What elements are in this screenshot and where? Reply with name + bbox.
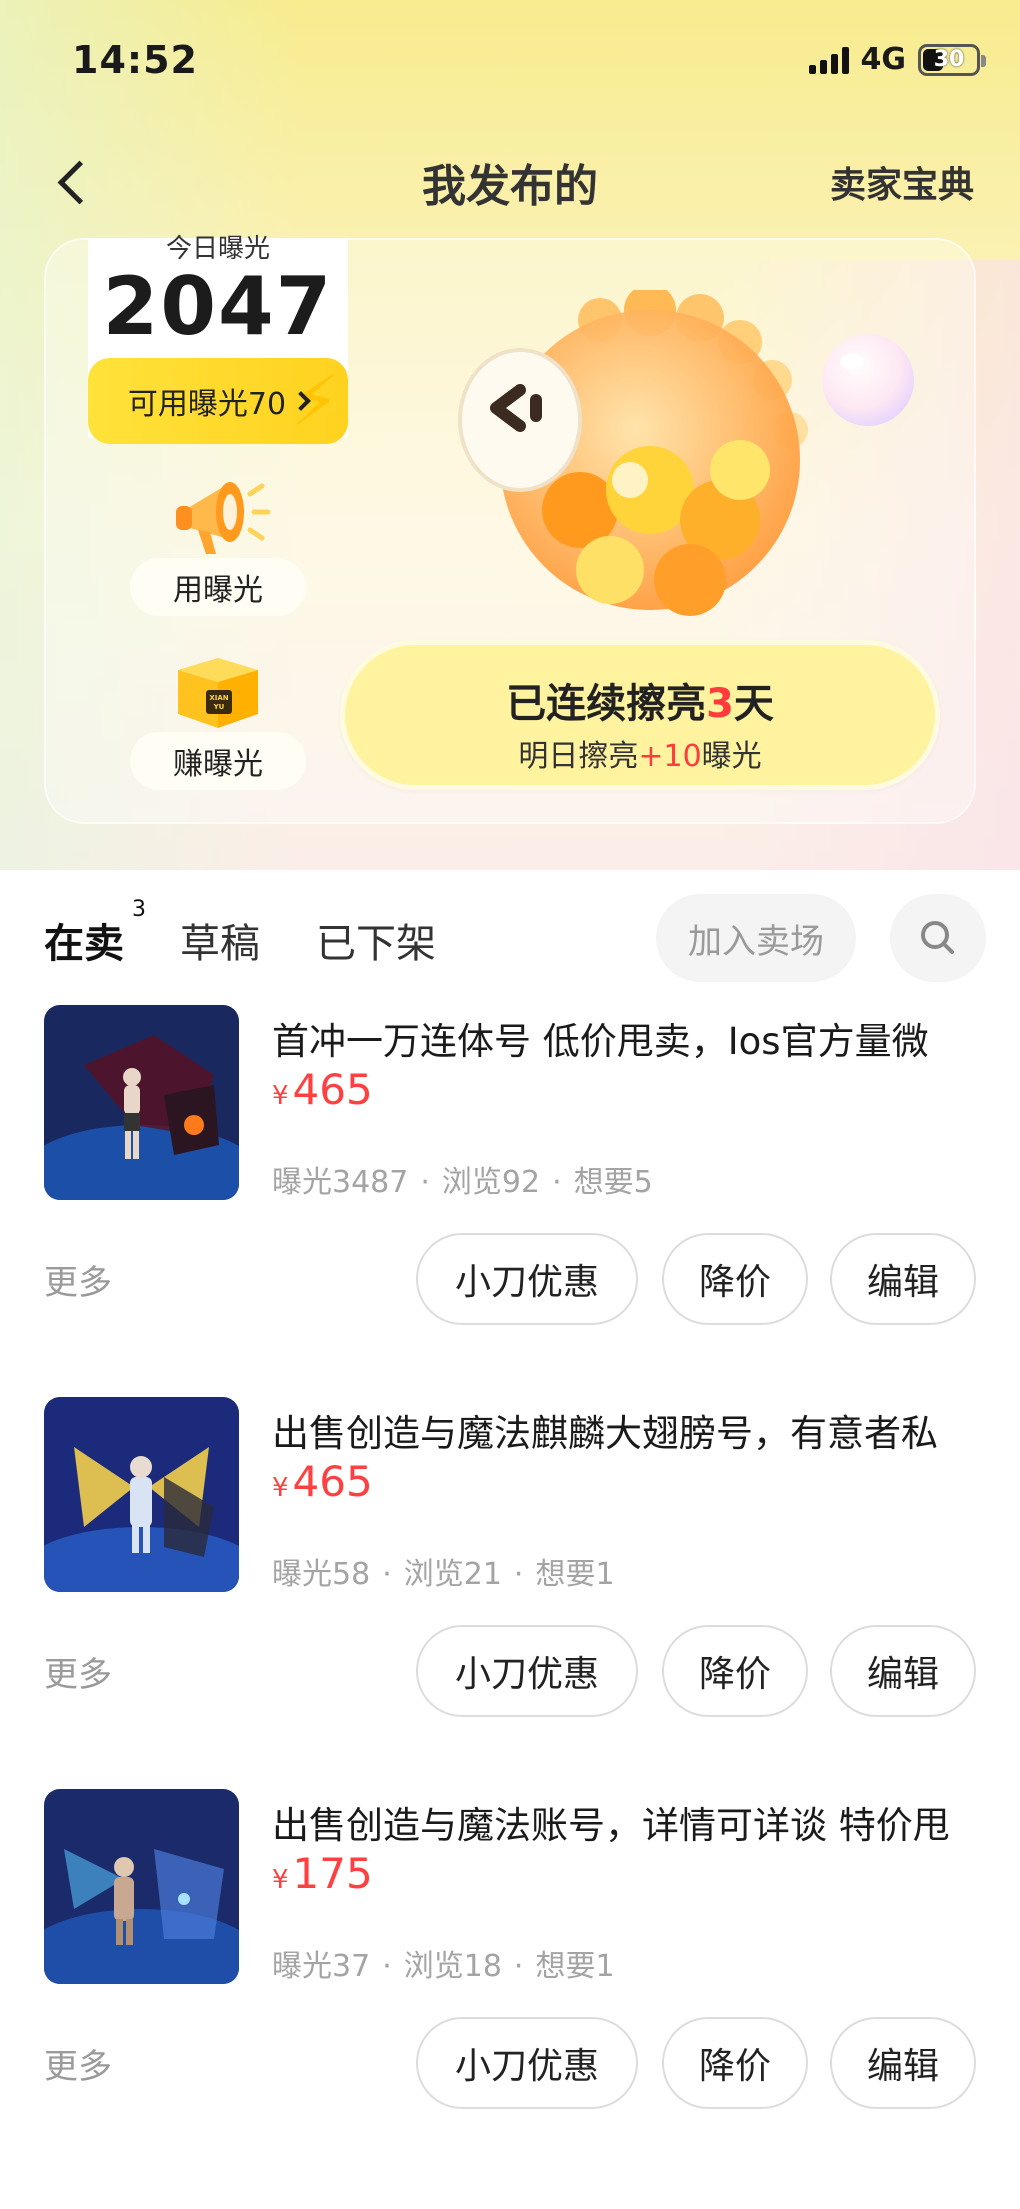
tomorrow-bonus-value: +10 <box>638 739 702 774</box>
tab-bar: 在卖 3 草稿 已下架 <box>40 897 436 980</box>
status-icons: 4G 30 <box>808 42 986 77</box>
more-button[interactable]: 更多 <box>44 1647 112 1696</box>
box-icon: XIAN YU <box>178 658 258 728</box>
battery-icon: 30 <box>918 43 986 76</box>
svg-text:YU: YU <box>213 703 225 711</box>
join-market-button[interactable]: 加入卖场 <box>656 894 856 982</box>
item-thumbnail[interactable] <box>44 1005 239 1200</box>
tab-count-badge: 3 <box>132 897 146 922</box>
signal-icon <box>808 46 849 74</box>
item-price: ¥465 <box>272 1065 373 1114</box>
item-price: ¥175 <box>272 1849 373 1898</box>
tab-drafts[interactable]: 草稿 <box>180 911 260 969</box>
item-stats: 曝光3487 · 浏览92 · 想要5 <box>272 1165 653 1200</box>
item-title[interactable]: 出售创造与魔法账号，详情可详谈 特价甩 <box>272 1795 992 1849</box>
item-stats: 曝光58 · 浏览21 · 想要1 <box>272 1557 615 1592</box>
search-button[interactable] <box>890 894 986 982</box>
network-type: 4G <box>860 42 907 77</box>
discount-button[interactable]: 小刀优惠 <box>416 1625 638 1717</box>
fish-mascot-icon <box>458 290 914 616</box>
streak-text: 已连续擦亮3天 <box>506 681 774 727</box>
available-exposure-label: 可用曝光70 <box>127 387 287 422</box>
streak-banner[interactable]: 已连续擦亮3天 明日擦亮+10曝光 <box>340 640 940 790</box>
edit-button[interactable]: 编辑 <box>830 1625 976 1717</box>
item-title[interactable]: 首冲一万连体号 低价甩卖，Ios官方量微 <box>272 1011 992 1065</box>
box-logo-text: XIAN <box>209 694 228 702</box>
list-item[interactable]: 出售创造与魔法账号，详情可详谈 特价甩 ¥175 曝光37 · 浏览18 · 想要1 更… <box>0 1789 1020 2109</box>
item-title[interactable]: 出售创造与魔法麒麟大翅膀号，有意者私 <box>272 1403 992 1457</box>
item-stats: 曝光37 · 浏览18 · 想要1 <box>272 1949 615 1984</box>
available-exposure-button[interactable]: ⚡ 可用曝光70 <box>88 358 348 444</box>
seller-guide-link[interactable]: 卖家宝典 <box>830 156 974 208</box>
search-icon <box>921 921 954 954</box>
tomorrow-bonus-text: 明日擦亮+10曝光 <box>518 739 762 774</box>
reduce-price-button[interactable]: 降价 <box>662 1625 808 1717</box>
discount-button[interactable]: 小刀优惠 <box>416 1233 638 1325</box>
more-button[interactable]: 更多 <box>44 1255 112 1304</box>
streak-days: 3 <box>706 681 734 727</box>
exposure-value: 2047 <box>102 260 334 353</box>
item-price: ¥465 <box>272 1457 373 1506</box>
tab-delisted[interactable]: 已下架 <box>316 911 436 969</box>
use-exposure-label: 用曝光 <box>130 558 306 616</box>
item-thumbnail[interactable] <box>44 1397 239 1592</box>
megaphone-icon <box>176 482 270 554</box>
earn-exposure-button[interactable]: XIAN YU 赚曝光 <box>130 650 306 795</box>
list-item[interactable]: 出售创造与魔法麒麟大翅膀号，有意者私 ¥465 曝光58 · 浏览21 · 想要1 更多… <box>0 1397 1020 1717</box>
item-thumbnail[interactable] <box>44 1789 239 1984</box>
reduce-price-button[interactable]: 降价 <box>662 1233 808 1325</box>
battery-level: 30 <box>933 47 965 72</box>
edit-button[interactable]: 编辑 <box>830 1233 976 1325</box>
more-button[interactable]: 更多 <box>44 2039 112 2088</box>
reduce-price-button[interactable]: 降价 <box>662 2017 808 2109</box>
list-item[interactable]: 首冲一万连体号 低价甩卖，Ios官方量微 ¥465 曝光3487 · 浏览92 · 想要… <box>0 1005 1020 1325</box>
edit-button[interactable]: 编辑 <box>830 2017 976 2109</box>
use-exposure-button[interactable]: 用曝光 <box>130 470 306 620</box>
tab-on-sale[interactable]: 在卖 3 <box>40 897 146 969</box>
earn-exposure-label: 赚曝光 <box>130 732 306 790</box>
status-time: 14:52 <box>72 38 198 82</box>
discount-button[interactable]: 小刀优惠 <box>416 2017 638 2109</box>
